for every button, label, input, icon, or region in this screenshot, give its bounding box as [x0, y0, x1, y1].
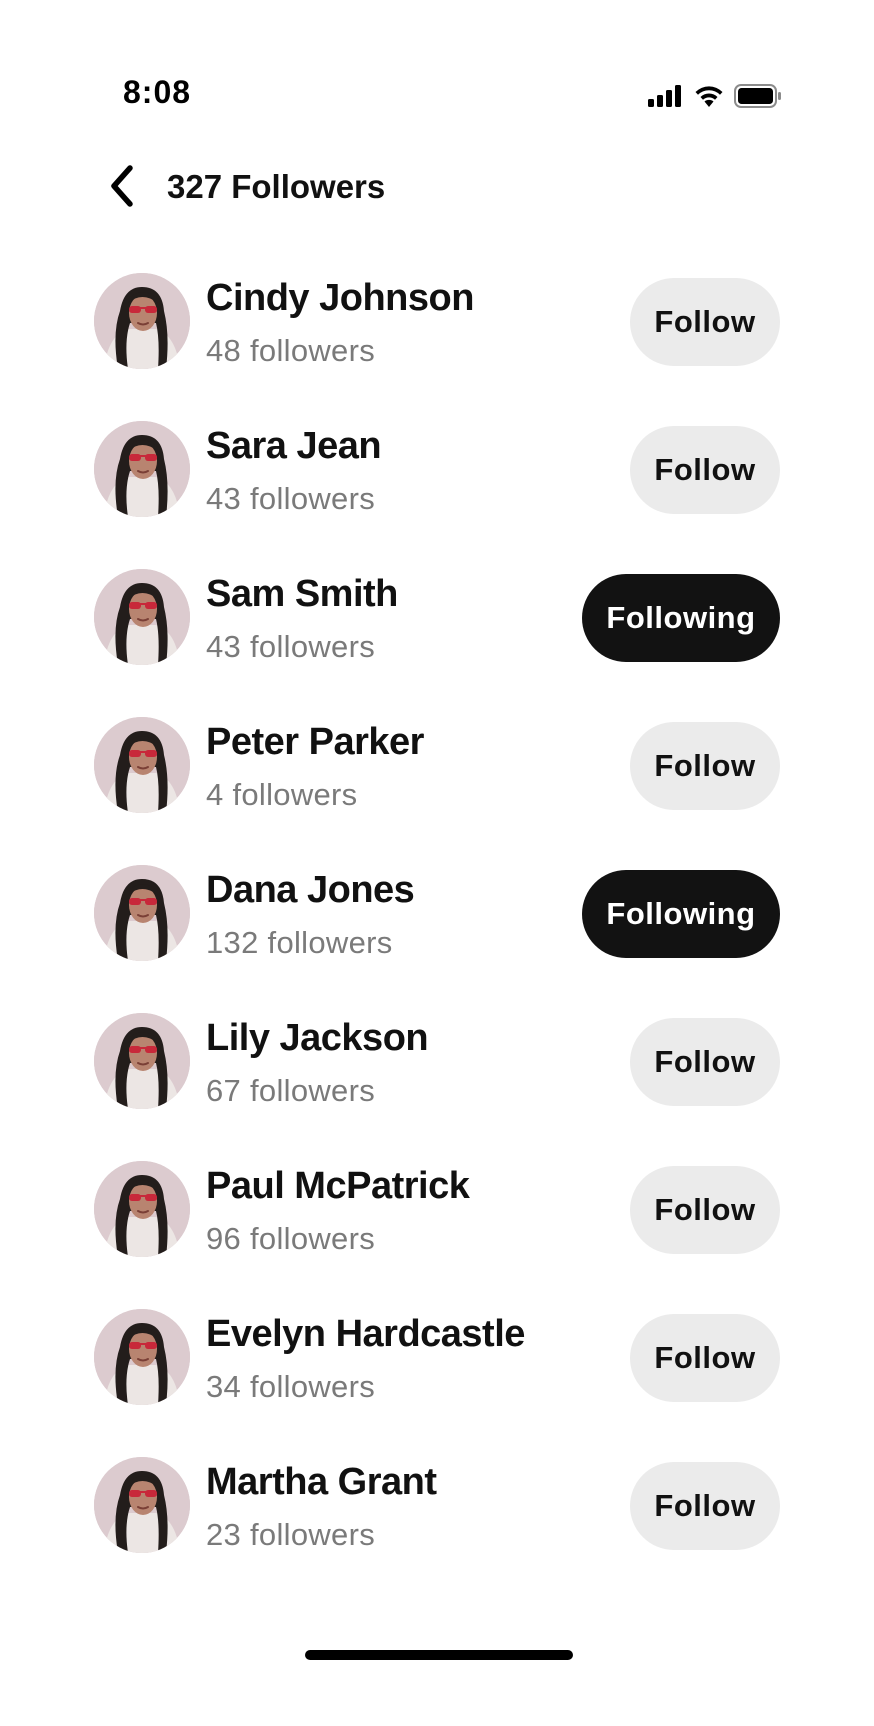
nav-header: 327 Followers: [0, 150, 874, 230]
follower-row[interactable]: Martha Grant 23 followers Follow: [0, 1457, 874, 1605]
follower-name: Lily Jackson: [206, 1017, 429, 1059]
chevron-left-icon: [108, 164, 136, 212]
back-button[interactable]: [100, 164, 144, 212]
follow-button[interactable]: Follow: [630, 1462, 780, 1550]
avatar[interactable]: [94, 273, 190, 369]
follower-count: 48 followers: [206, 333, 376, 368]
follow-button[interactable]: Follow: [630, 278, 780, 366]
avatar[interactable]: [94, 1013, 190, 1109]
avatar[interactable]: [94, 1309, 190, 1405]
avatar[interactable]: [94, 865, 190, 961]
follower-name: Paul McPatrick: [206, 1165, 470, 1207]
avatar[interactable]: [94, 569, 190, 665]
follower-name: Sara Jean: [206, 425, 382, 467]
page-title: 327 Followers: [167, 168, 386, 205]
battery-icon: [734, 84, 782, 113]
signal-icon: [648, 85, 684, 112]
avatar[interactable]: [94, 1457, 190, 1553]
follower-count: 96 followers: [206, 1221, 376, 1256]
follower-count: 23 followers: [206, 1517, 376, 1552]
status-icons: [648, 84, 782, 113]
avatar[interactable]: [94, 1161, 190, 1257]
follow-button[interactable]: Follow: [630, 1166, 780, 1254]
follower-row[interactable]: Sam Smith 43 followers Following: [0, 569, 874, 717]
status-time: 8:08: [123, 74, 192, 110]
follower-row[interactable]: Paul McPatrick 96 followers Follow: [0, 1161, 874, 1309]
follower-name: Sam Smith: [206, 573, 398, 615]
follower-count: 4 followers: [206, 777, 358, 812]
follower-row[interactable]: Lily Jackson 67 followers Follow: [0, 1013, 874, 1161]
follower-count: 43 followers: [206, 629, 376, 664]
follow-button[interactable]: Follow: [630, 426, 780, 514]
follower-row[interactable]: Evelyn Hardcastle 34 followers Follow: [0, 1309, 874, 1457]
follower-count: 67 followers: [206, 1073, 376, 1108]
follower-row[interactable]: Peter Parker 4 followers Follow: [0, 717, 874, 865]
follower-name: Evelyn Hardcastle: [206, 1313, 525, 1355]
following-button[interactable]: Following: [582, 870, 780, 958]
wifi-icon: [694, 85, 724, 112]
home-indicator[interactable]: [305, 1650, 573, 1660]
following-button[interactable]: Following: [582, 574, 780, 662]
follower-row[interactable]: Sara Jean 43 followers Follow: [0, 421, 874, 569]
follower-name: Peter Parker: [206, 721, 424, 763]
follow-button[interactable]: Follow: [630, 722, 780, 810]
avatar[interactable]: [94, 421, 190, 517]
follower-row[interactable]: Cindy Johnson 48 followers Follow: [0, 273, 874, 421]
follower-list: Cindy Johnson 48 followers Follow Sara J…: [0, 273, 874, 1605]
follower-count: 34 followers: [206, 1369, 376, 1404]
avatar[interactable]: [94, 717, 190, 813]
follow-button[interactable]: Follow: [630, 1314, 780, 1402]
follower-count: 43 followers: [206, 481, 376, 516]
status-bar: 8:08: [0, 0, 874, 150]
follower-name: Dana Jones: [206, 869, 415, 911]
follow-button[interactable]: Follow: [630, 1018, 780, 1106]
follower-row[interactable]: Dana Jones 132 followers Following: [0, 865, 874, 1013]
follower-count: 132 followers: [206, 925, 393, 960]
follower-name: Martha Grant: [206, 1461, 437, 1503]
follower-name: Cindy Johnson: [206, 277, 474, 319]
